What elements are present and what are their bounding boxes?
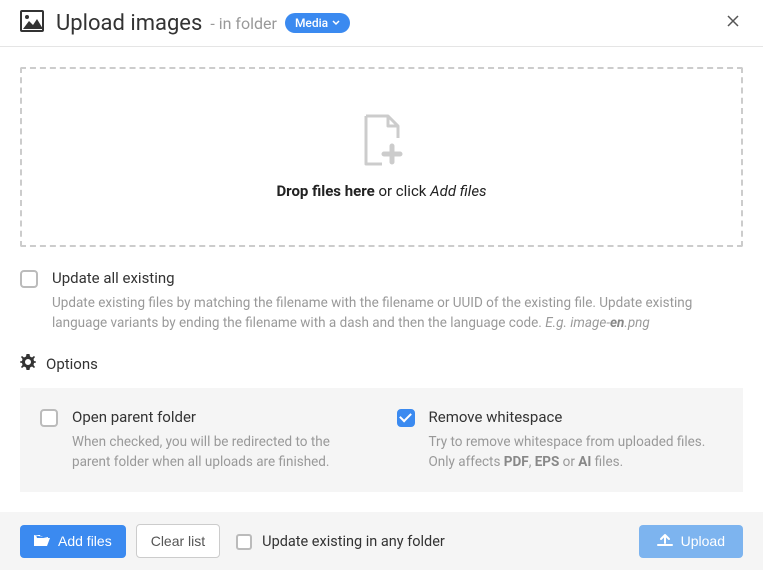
upload-button[interactable]: Upload <box>639 525 743 558</box>
update-all-content: Update all existing Update existing file… <box>52 269 743 334</box>
options-panel: Open parent folder When checked, you wil… <box>20 388 743 493</box>
close-icon <box>727 14 739 31</box>
update-all-checkbox[interactable] <box>20 270 38 288</box>
clear-list-button[interactable]: Clear list <box>136 524 220 558</box>
update-all-desc: Update existing files by matching the fi… <box>52 293 743 334</box>
modal-title: Upload images <box>56 11 202 36</box>
image-icon <box>20 10 44 36</box>
close-button[interactable] <box>723 10 743 36</box>
options-label: Options <box>46 355 98 373</box>
add-files-button[interactable]: Add files <box>20 525 126 558</box>
file-add-icon <box>360 114 404 170</box>
open-parent-label: Open parent folder <box>72 408 367 426</box>
remove-whitespace-content: Remove whitespace Try to remove whitespa… <box>429 408 724 473</box>
remove-whitespace-desc: Try to remove whitespace from uploaded f… <box>429 432 724 473</box>
upload-label: Upload <box>681 533 725 549</box>
dropzone-italic: Add files <box>430 182 486 200</box>
upload-modal: Upload images - in folder Media <box>0 0 763 570</box>
modal-title-group: Upload images - in folder Media <box>56 11 350 36</box>
open-parent-checkbox[interactable] <box>40 409 58 427</box>
folder-open-icon <box>34 533 50 550</box>
option-remove-whitespace: Remove whitespace Try to remove whitespa… <box>397 408 724 473</box>
remove-whitespace-label: Remove whitespace <box>429 408 724 426</box>
update-any-label: Update existing in any folder <box>262 533 445 550</box>
update-all-example: E.g. image-en.png <box>545 315 650 331</box>
upload-icon <box>657 533 673 550</box>
modal-subtitle: - in folder <box>210 14 277 33</box>
open-parent-content: Open parent folder When checked, you wil… <box>72 408 367 473</box>
options-header: Options <box>20 354 743 374</box>
add-files-label: Add files <box>58 533 112 549</box>
clear-list-label: Clear list <box>151 533 205 549</box>
modal-footer: Add files Clear list Update existing in … <box>0 512 763 570</box>
modal-header: Upload images - in folder Media <box>0 0 763 47</box>
dropzone-plain: or click <box>378 182 426 200</box>
remove-whitespace-checkbox[interactable] <box>397 409 415 427</box>
modal-body: Drop files here or click Add files Updat… <box>0 47 763 512</box>
option-open-parent: Open parent folder When checked, you wil… <box>40 408 367 473</box>
update-any-checkbox[interactable] <box>236 534 252 550</box>
dropzone-text: Drop files here or click Add files <box>276 182 486 200</box>
gear-icon <box>20 354 36 374</box>
folder-badge[interactable]: Media <box>285 13 350 33</box>
update-any-row: Update existing in any folder <box>236 533 445 550</box>
chevron-down-icon <box>332 18 340 29</box>
dropzone-bold: Drop files here <box>276 182 374 200</box>
folder-badge-label: Media <box>295 16 328 30</box>
update-all-row: Update all existing Update existing file… <box>20 269 743 334</box>
dropzone[interactable]: Drop files here or click Add files <box>20 67 743 247</box>
update-all-label: Update all existing <box>52 269 743 287</box>
open-parent-desc: When checked, you will be redirected to … <box>72 432 367 473</box>
